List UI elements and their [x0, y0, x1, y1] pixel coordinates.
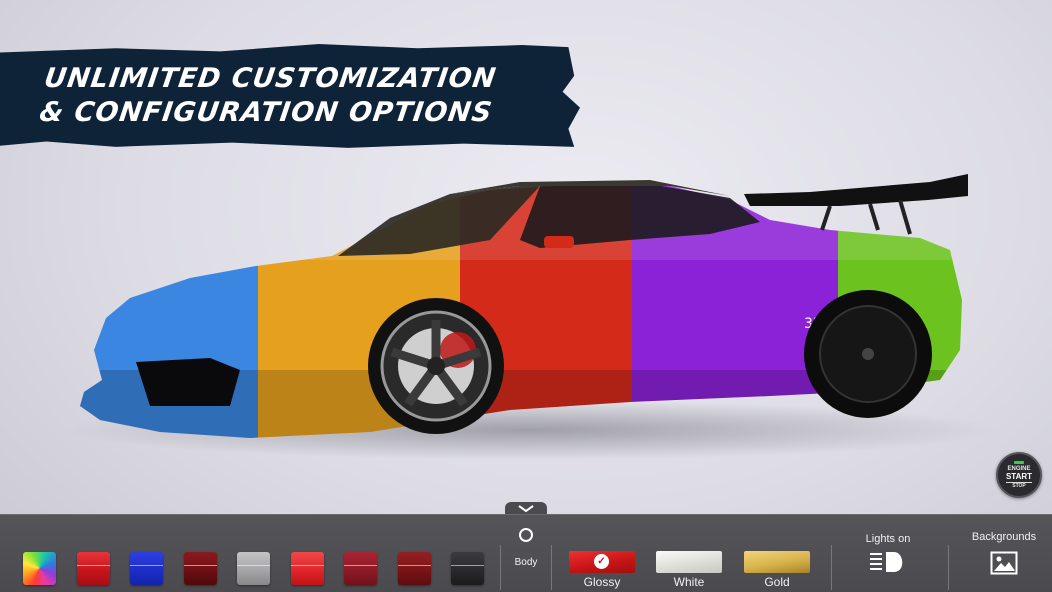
swatch-bright-red[interactable] [291, 552, 324, 585]
check-icon: ✓ [594, 554, 609, 569]
rear-wheel [804, 290, 932, 418]
showroom-stage: UNLIMITED CUSTOMIZATION & CONFIGURATION … [0, 0, 1052, 514]
headlight-icon [870, 552, 903, 572]
backgrounds-button[interactable]: Backgrounds [962, 529, 1046, 589]
finish-glossy[interactable]: ✓ [569, 551, 635, 573]
customization-panel: Body ✓ Glossy White Gold Lights on Backg… [0, 514, 1052, 592]
banner-line-2: & CONFIGURATION OPTIONS [37, 97, 495, 128]
finish-white-label: White [673, 575, 705, 589]
divider [831, 545, 832, 590]
finish-gold[interactable] [744, 551, 810, 573]
divider [948, 545, 949, 590]
swatch-maroon[interactable] [398, 552, 431, 585]
swatch-black[interactable] [451, 552, 484, 585]
front-wheel [368, 298, 504, 434]
lights-label: Lights on [865, 533, 911, 545]
banner-line-1: UNLIMITED CUSTOMIZATION [42, 63, 499, 94]
backgrounds-label: Backgrounds [971, 531, 1037, 543]
promo-banner-text: UNLIMITED CUSTOMIZATION & CONFIGURATION … [37, 62, 567, 130]
swatch-dark-red[interactable] [184, 552, 217, 585]
circle-icon [519, 528, 533, 542]
engine-start-stop-button[interactable]: ENGINE START STOP [996, 452, 1042, 498]
body-label: Body [514, 557, 538, 568]
side-mirror [544, 236, 574, 248]
divider [500, 545, 501, 590]
finish-glossy-label: Glossy [583, 575, 621, 589]
swatch-red[interactable] [77, 552, 110, 585]
finish-white[interactable] [656, 551, 722, 573]
divider [551, 545, 552, 590]
swatch-blue[interactable] [130, 552, 163, 585]
swatch-custom-color[interactable] [23, 552, 56, 585]
car-model[interactable]: 3DT [70, 170, 970, 450]
chevron-down-icon [518, 504, 534, 512]
body-tab[interactable]: Body [503, 523, 549, 589]
swatch-silver[interactable] [237, 552, 270, 585]
rear-spoiler [744, 174, 968, 206]
lights-toggle[interactable]: Lights on [850, 529, 926, 589]
finish-gold-label: Gold [764, 575, 790, 589]
start-label: START [1005, 471, 1033, 483]
front-intake [136, 358, 240, 406]
image-icon [990, 551, 1018, 575]
swatch-crimson[interactable] [344, 552, 377, 585]
engine-status-led [1014, 460, 1024, 464]
stop-label: STOP [1012, 482, 1026, 489]
